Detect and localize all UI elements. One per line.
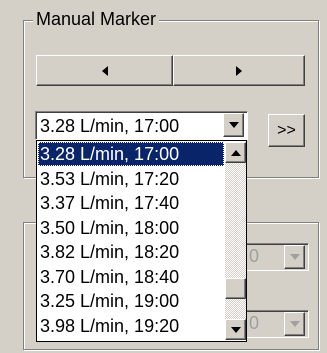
dropdown-option[interactable]: 3.28 L/min, 17:00	[38, 142, 224, 166]
advance-button[interactable]: >>	[268, 114, 305, 147]
dropdown-option[interactable]: 3.25 L/min, 19:00	[38, 289, 224, 313]
chevron-down-icon	[228, 122, 239, 128]
dropdown-option[interactable]: 3.98 L/min, 19:20	[38, 314, 224, 338]
disabled-field-1: 0	[240, 243, 309, 271]
dropdown-option[interactable]: 3.50 L/min, 18:00	[38, 216, 224, 240]
previous-marker-button[interactable]	[36, 55, 173, 86]
scroll-down-button[interactable]	[225, 319, 246, 340]
chevron-down-icon	[230, 326, 241, 333]
right-triangle-icon	[236, 65, 242, 76]
disabled-field-2-text: 0	[249, 313, 260, 333]
disabled-dropdown-button-2	[284, 312, 305, 336]
dropdown-option[interactable]: 3.70 L/min, 18:40	[38, 265, 224, 289]
chevron-down-icon	[289, 254, 300, 260]
dropdown-option[interactable]: 3.53 L/min, 17:20	[38, 167, 224, 191]
chevron-up-icon	[230, 149, 241, 156]
marker-combo-box[interactable]: 3.28 L/min, 17:00	[35, 111, 248, 140]
advance-label: >>	[277, 121, 296, 139]
disabled-field-2: 0	[240, 310, 309, 338]
disabled-field-1-text: 0	[249, 246, 260, 266]
manual-marker-title: Manual Marker	[33, 9, 160, 29]
combo-dropdown-button[interactable]	[223, 113, 244, 137]
dropdown-scrollbar[interactable]	[225, 142, 246, 340]
chevron-down-icon	[289, 321, 300, 327]
left-triangle-icon	[101, 65, 108, 76]
scroll-up-button[interactable]	[225, 142, 246, 163]
dropdown-option[interactable]: 3.82 L/min, 18:20	[38, 240, 224, 264]
scroll-thumb[interactable]	[225, 277, 246, 299]
disabled-dropdown-button-1	[284, 245, 305, 269]
next-marker-button[interactable]	[173, 55, 305, 86]
marker-dropdown-list[interactable]: 3.28 L/min, 17:00 3.53 L/min, 17:20 3.37 L…	[36, 140, 247, 342]
dropdown-option[interactable]: 3.37 L/min, 17:40	[38, 191, 224, 215]
combo-value: 3.28 L/min, 17:00	[40, 116, 180, 136]
